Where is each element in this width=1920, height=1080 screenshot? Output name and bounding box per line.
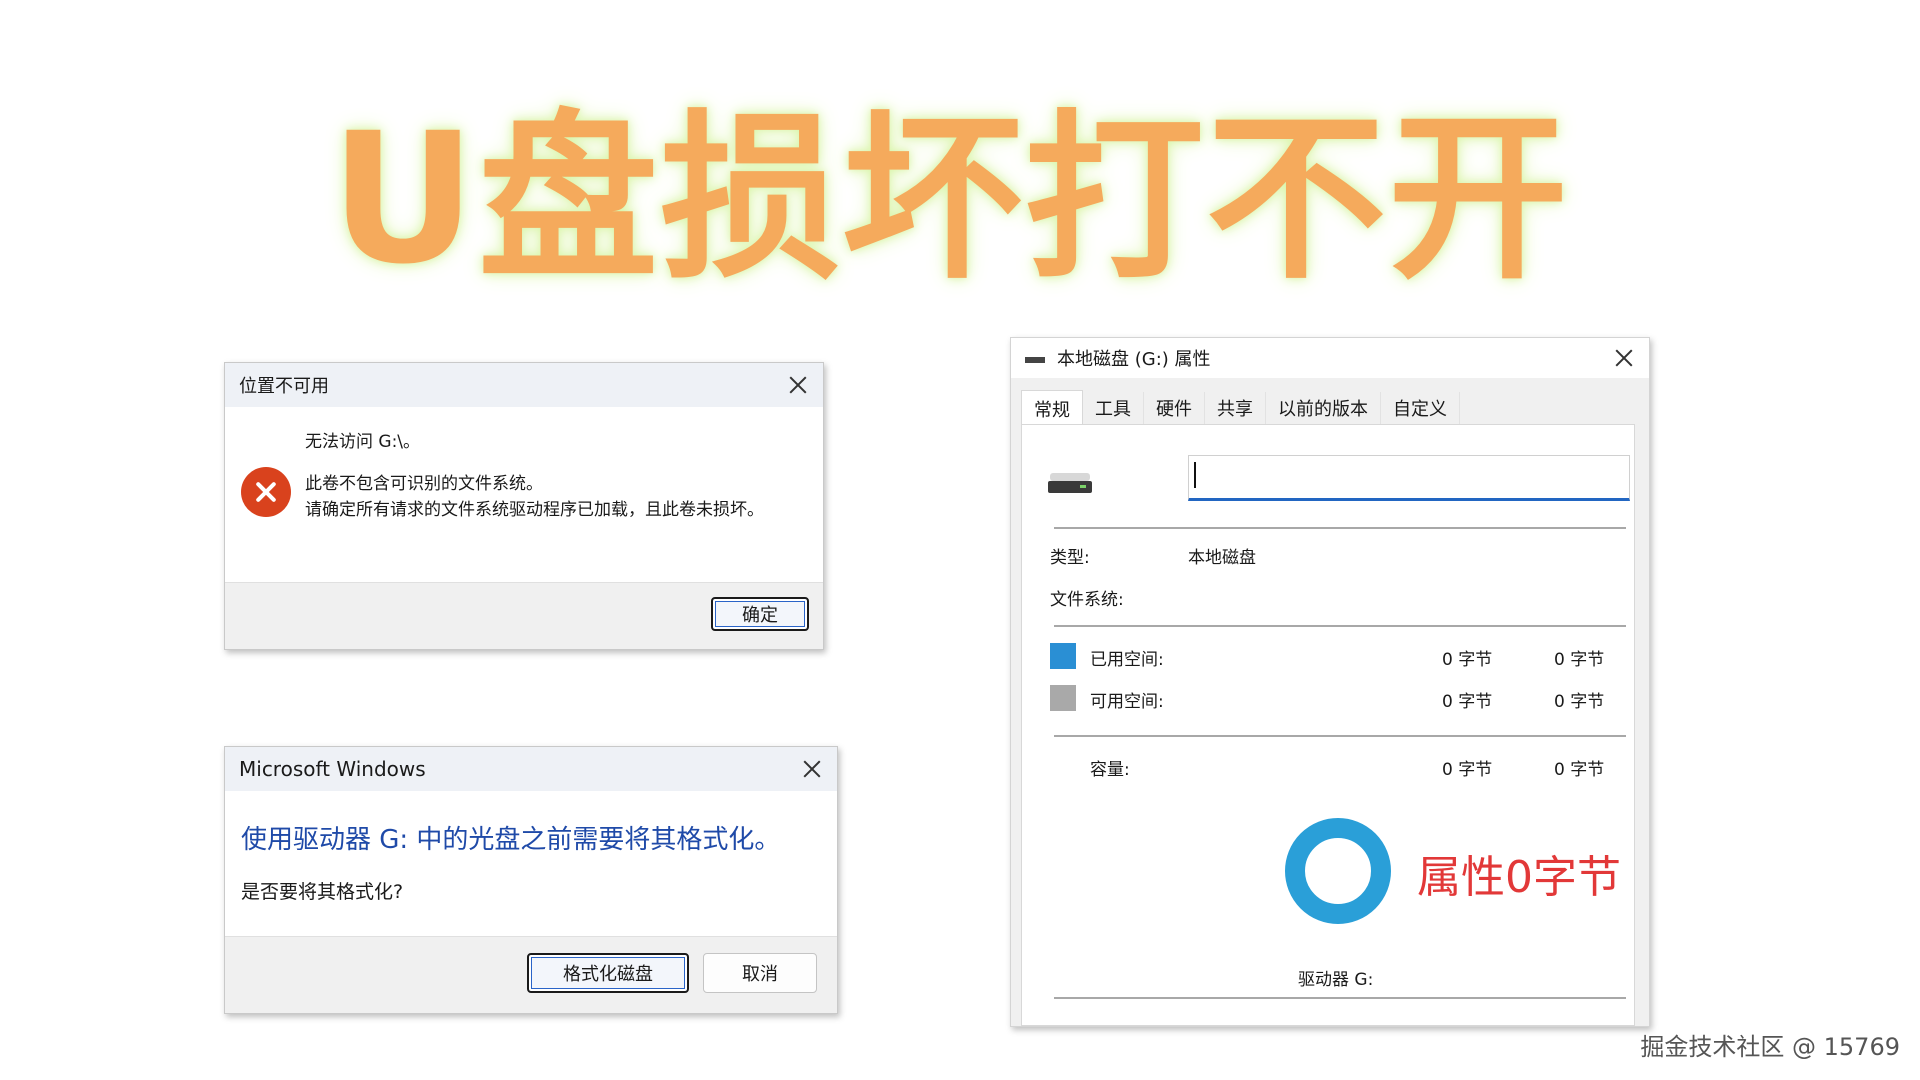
canvas: U盘损坏打不开 位置不可用 无法访问 G:\。 此卷不包含可识别的文件系统。 请… [0,0,1920,1080]
separator [1054,527,1626,529]
free-space-swatch [1050,685,1076,711]
type-label: 类型: [1050,548,1090,568]
format-heading: 使用驱动器 G: 中的光盘之前需要将其格式化。 [241,825,781,855]
drive-small-icon [1025,357,1045,363]
close-icon[interactable] [1613,347,1635,369]
error-message-line2: 此卷不包含可识别的文件系统。 [305,474,543,494]
dialog-footer: 确定 [225,582,823,649]
cancel-button[interactable]: 取消 [703,953,817,993]
tab-hardware[interactable]: 硬件 [1144,392,1205,424]
ok-button[interactable]: 确定 [711,597,809,631]
format-disk-button[interactable]: 格式化磁盘 [527,953,689,993]
free-space-size: 0 字节 [1554,692,1605,712]
drive-letter-label: 驱动器 G: [1298,970,1374,990]
separator [1054,625,1626,627]
tab-strip: 常规 工具 硬件 共享 以前的版本 自定义 [1021,390,1460,426]
dialog-titlebar: Microsoft Windows [225,747,837,791]
used-space-size: 0 字节 [1554,650,1605,670]
dialog-footer: 格式化磁盘 取消 [225,936,837,1013]
capacity-label: 容量: [1090,760,1130,780]
dialog-title: Microsoft Windows [239,757,426,781]
close-icon[interactable] [801,758,823,780]
general-tab-panel: 类型: 本地磁盘 文件系统: 已用空间: 0 字节 0 字节 可用空间: 0 字… [1021,424,1635,1026]
error-message-line3: 请确定所有请求的文件系统驱动程序已加载，且此卷未损坏。 [305,500,764,520]
used-space-bytes: 0 字节 [1442,650,1493,670]
dialog-titlebar: 位置不可用 [225,363,823,407]
text-caret [1194,462,1196,488]
used-space-swatch [1050,643,1076,669]
drive-icon [1048,473,1092,493]
close-icon[interactable] [787,374,809,396]
used-space-label: 已用空间: [1090,650,1164,670]
title-wrap: 本地磁盘 (G:) 属性 [1025,345,1211,371]
dialog-title: 本地磁盘 (G:) 属性 [1057,349,1211,370]
usage-ring-chart [1285,818,1391,924]
tab-customize[interactable]: 自定义 [1381,392,1460,424]
filesystem-label: 文件系统: [1050,590,1124,610]
capacity-bytes: 0 字节 [1442,760,1493,780]
dialog-title: 位置不可用 [239,376,329,397]
separator [1054,735,1626,737]
type-value: 本地磁盘 [1188,548,1256,568]
watermark: 掘金技术社区 @ 15769 [1640,1033,1900,1061]
headline: U盘损坏打不开 [330,95,1571,304]
location-unavailable-dialog: 位置不可用 无法访问 G:\。 此卷不包含可识别的文件系统。 请确定所有请求的文… [224,362,824,650]
zero-bytes-annotation: 属性0字节 [1417,852,1621,903]
tab-previous-versions[interactable]: 以前的版本 [1266,392,1381,424]
tab-sharing[interactable]: 共享 [1205,392,1266,424]
format-question: 是否要将其格式化? [241,881,404,903]
drive-properties-dialog: 本地磁盘 (G:) 属性 常规 工具 硬件 共享 以前的版本 自定义 类型: 本… [1010,337,1650,1027]
dialog-titlebar: 本地磁盘 (G:) 属性 [1011,338,1649,378]
free-space-bytes: 0 字节 [1442,692,1493,712]
free-space-label: 可用空间: [1090,692,1164,712]
dialog-body: 无法访问 G:\。 此卷不包含可识别的文件系统。 请确定所有请求的文件系统驱动程… [225,407,823,583]
error-message-line1: 无法访问 G:\。 [305,432,421,452]
tab-tools[interactable]: 工具 [1083,392,1144,424]
capacity-size: 0 字节 [1554,760,1605,780]
volume-name-input[interactable] [1188,455,1630,501]
error-icon [241,467,291,517]
tab-general[interactable]: 常规 [1021,390,1083,426]
separator [1054,997,1626,999]
format-disk-dialog: Microsoft Windows 使用驱动器 G: 中的光盘之前需要将其格式化… [224,746,838,1014]
